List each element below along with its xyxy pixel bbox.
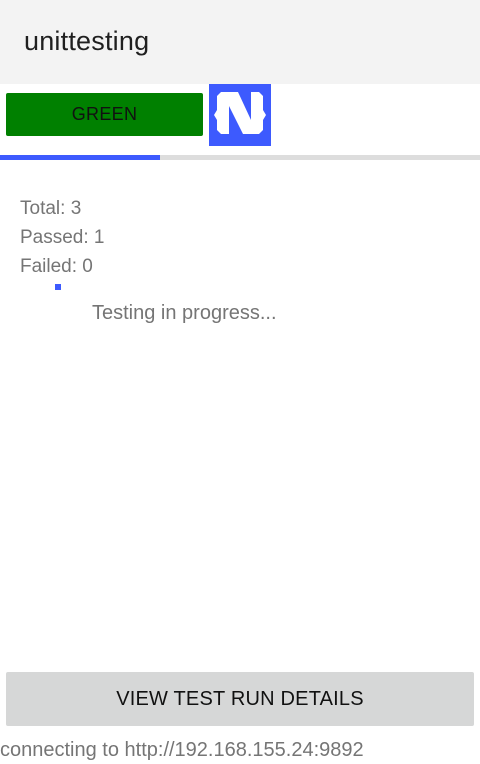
passed-count: Passed: 1 [20, 227, 105, 248]
total-count: Total: 3 [20, 198, 82, 219]
app-bar: unittesting [0, 0, 480, 84]
failed-count: Failed: 0 [20, 256, 93, 277]
progress-bar [0, 155, 480, 160]
nativescript-logo-icon [209, 84, 271, 146]
connection-status: connecting to http://192.168.155.24:9892 [0, 739, 364, 761]
view-test-run-details-button[interactable]: VIEW TEST RUN DETAILS [6, 672, 474, 726]
status-button[interactable]: GREEN [6, 93, 203, 136]
test-stats: Total: 3 Passed: 1 Failed: 0 [20, 194, 105, 281]
activity-indicator [55, 284, 61, 290]
progress-bar-fill [0, 155, 160, 160]
app-title: unittesting [24, 26, 150, 56]
status-message: Testing in progress... [92, 302, 277, 324]
